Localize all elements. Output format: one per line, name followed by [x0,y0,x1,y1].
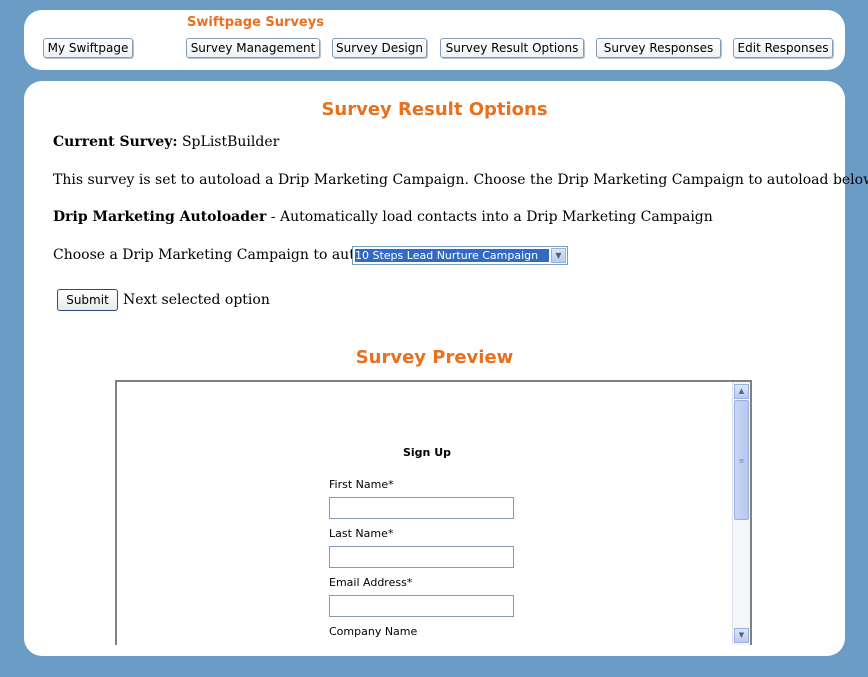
nav-edit-responses-button[interactable]: Edit Responses [733,38,833,58]
page-title: Survey Result Options [321,99,548,120]
email-address-input[interactable] [329,595,514,617]
autoloader-line: Drip Marketing Autoloader - Automaticall… [53,209,713,225]
form-title: Sign Up [402,446,452,459]
main-panel: Survey Result Options Current Survey: Sp… [24,81,868,656]
campaign-select[interactable]: 10 Steps Lead Nurture Campaign ▼ [352,246,568,265]
app-brand: Swiftpage Surveys [187,15,324,30]
email-address-label: Email Address* [329,576,413,589]
chevron-down-icon[interactable]: ▼ [551,248,566,263]
last-name-label: Last Name* [329,527,394,540]
scroll-thumb[interactable]: ≡ [734,400,749,520]
autoload-notice: This survey is set to autoload a Drip Ma… [53,172,868,188]
preview-title: Survey Preview [355,347,514,368]
company-name-label: Company Name [329,625,418,638]
survey-preview-frame: Sign Up First Name* Last Name* Email Add… [115,380,752,645]
submit-button[interactable]: Submit [57,289,118,311]
last-name-input[interactable] [329,546,514,568]
current-survey-line: Current Survey: SpListBuilder [53,134,279,150]
top-nav-panel: Swiftpage Surveys My Swiftpage Survey Ma… [24,10,845,70]
nav-survey-responses-button[interactable]: Survey Responses [596,38,721,58]
submit-note: Next selected option [123,292,270,308]
autoloader-description: - Automatically load contacts into a Dri… [266,209,713,225]
autoloader-label: Drip Marketing Autoloader [53,209,267,225]
first-name-input[interactable] [329,497,514,519]
nav-survey-result-options-button[interactable]: Survey Result Options [440,38,584,58]
choose-campaign-label: Choose a Drip Marketing Campaign to auto… [53,247,399,263]
nav-survey-design-button[interactable]: Survey Design [332,38,427,58]
preview-scrollbar[interactable]: ▲ ≡ ▼ [732,382,750,645]
current-survey-value: SpListBuilder [181,134,280,150]
current-survey-label: Current Survey: [53,134,178,150]
campaign-selected-value: 10 Steps Lead Nurture Campaign [355,249,549,262]
first-name-label: First Name* [329,478,394,491]
scroll-down-icon[interactable]: ▼ [734,628,749,643]
nav-survey-management-button[interactable]: Survey Management [186,38,320,58]
nav-my-swiftpage-button[interactable]: My Swiftpage [43,38,133,58]
scroll-up-icon[interactable]: ▲ [734,384,749,399]
